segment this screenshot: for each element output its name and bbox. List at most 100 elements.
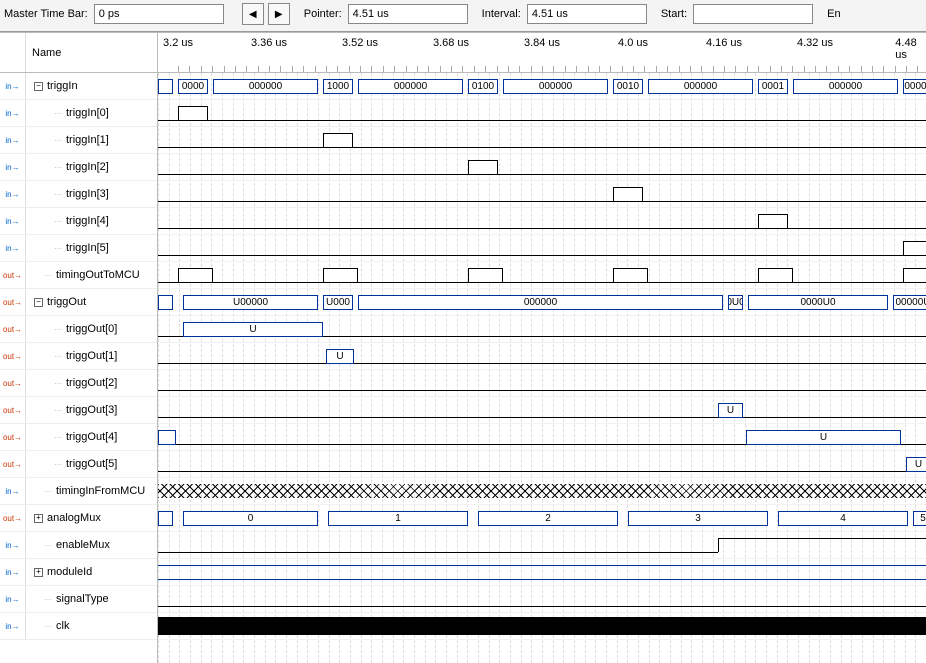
signal-row[interactable]: out→⋯triggOut[0] bbox=[0, 316, 157, 343]
pulse bbox=[323, 133, 353, 147]
bus-flat bbox=[158, 565, 926, 580]
waveform-row: U bbox=[158, 343, 926, 370]
step-back-button[interactable]: ◀ bbox=[242, 3, 264, 25]
interval-input[interactable] bbox=[527, 4, 647, 24]
ruler-tick-label: 4.48 us bbox=[895, 37, 916, 61]
collapse-icon[interactable]: − bbox=[34, 298, 43, 307]
pulse bbox=[613, 268, 648, 282]
start-label: Start: bbox=[661, 8, 687, 20]
pulse bbox=[758, 268, 793, 282]
pointer-input[interactable] bbox=[348, 4, 468, 24]
master-time-label: Master Time Bar: bbox=[4, 8, 88, 20]
signal-name-label: timingInFromMCU bbox=[56, 485, 145, 497]
bus-segment: U bbox=[183, 322, 323, 337]
signal-list-panel: Name in→−triggInin→⋯triggIn[0]in→⋯triggI… bbox=[0, 33, 158, 663]
master-time-input[interactable] bbox=[94, 4, 224, 24]
waveform-row bbox=[158, 586, 926, 613]
signal-name-cell: ⋯triggOut[4] bbox=[26, 431, 157, 443]
signal-name-cell: ⋯triggIn[2] bbox=[26, 161, 157, 173]
bus-segment: 0000 bbox=[903, 79, 926, 94]
signal-row[interactable]: out→⋯triggOut[3] bbox=[0, 397, 157, 424]
bus-segment: 000000 bbox=[793, 79, 898, 94]
signal-name-label: analogMux bbox=[47, 512, 101, 524]
pulse bbox=[178, 106, 208, 120]
signal-row[interactable]: in→⋯triggIn[0] bbox=[0, 100, 157, 127]
signal-row[interactable]: in→⋯timingInFromMCU bbox=[0, 478, 157, 505]
start-input[interactable] bbox=[693, 4, 813, 24]
signal-row[interactable]: in→⋯clk bbox=[0, 613, 157, 640]
ruler-tick-label: 3.52 us bbox=[342, 37, 378, 49]
waveform-row: 012345 bbox=[158, 505, 926, 532]
signal-name-cell: ⋯clk bbox=[26, 620, 157, 632]
signal-name-label: triggIn[3] bbox=[66, 188, 109, 200]
triangle-right-icon: ▶ bbox=[275, 9, 283, 20]
ruler-tick-label: 3.36 us bbox=[251, 37, 287, 49]
bus-segment: 0100 bbox=[468, 79, 498, 94]
waveform-row: U bbox=[158, 397, 926, 424]
signal-name-cell: + analogMux bbox=[26, 512, 157, 524]
signal-row[interactable]: out→⋯timingOutToMCU bbox=[0, 262, 157, 289]
ruler-tick-label: 3.84 us bbox=[524, 37, 560, 49]
signal-name-cell: +moduleId bbox=[26, 566, 157, 578]
ruler-tick-label: 3.68 us bbox=[433, 37, 469, 49]
bus-segment: 1 bbox=[328, 511, 468, 526]
step-forward-button[interactable]: ▶ bbox=[268, 3, 290, 25]
bus-segment bbox=[158, 79, 173, 94]
ruler-tick-label: 3.2 us bbox=[163, 37, 193, 49]
pulse bbox=[468, 268, 503, 282]
waveform-area[interactable]: 0000000000100000000001000000000010000000… bbox=[158, 73, 926, 663]
waveform-row bbox=[158, 370, 926, 397]
waveform-row bbox=[158, 127, 926, 154]
triangle-left-icon: ◀ bbox=[249, 9, 257, 20]
unknown-hatch bbox=[158, 484, 926, 498]
name-column-header: Name bbox=[26, 33, 157, 72]
expand-icon[interactable]: + bbox=[34, 568, 43, 577]
time-ruler[interactable]: 3.2 us 3.36 us 3.52 us 3.68 us 3.84 us 4.0 us… bbox=[158, 33, 926, 73]
interval-label: Interval: bbox=[482, 8, 521, 20]
signal-row[interactable]: in→+moduleId bbox=[0, 559, 157, 586]
signal-row[interactable]: out→⋯triggOut[4] bbox=[0, 424, 157, 451]
signal-name-cell: ⋯triggOut[1] bbox=[26, 350, 157, 362]
signal-row[interactable]: in→⋯triggIn[1] bbox=[0, 127, 157, 154]
input-pin-icon: in→ bbox=[0, 613, 26, 639]
end-label: En bbox=[827, 8, 840, 20]
bus-segment: 5 bbox=[913, 511, 926, 526]
signal-name-cell: ⋯triggOut[5] bbox=[26, 458, 157, 470]
signal-name-label: triggOut[1] bbox=[66, 350, 117, 362]
collapse-icon[interactable]: − bbox=[34, 82, 43, 91]
signal-name-cell: ⋯triggIn[0] bbox=[26, 107, 157, 119]
waveform-row bbox=[158, 559, 926, 586]
pulse bbox=[468, 160, 498, 174]
bus-segment: 0001 bbox=[758, 79, 788, 94]
signal-row[interactable]: in→−triggIn bbox=[0, 73, 157, 100]
waveform-row: U00000U0000000000U00000U000000U bbox=[158, 289, 926, 316]
signal-row[interactable]: in→⋯triggIn[2] bbox=[0, 154, 157, 181]
icon-column-header bbox=[0, 33, 26, 72]
expand-icon[interactable]: + bbox=[34, 514, 43, 523]
waveform-row bbox=[158, 262, 926, 289]
signal-row[interactable]: in→⋯enableMux bbox=[0, 532, 157, 559]
signal-name-cell: ⋯triggOut[3] bbox=[26, 404, 157, 416]
signal-name-cell: ⋯triggIn[5] bbox=[26, 242, 157, 254]
signal-row[interactable]: in→⋯triggIn[3] bbox=[0, 181, 157, 208]
input-pin-icon: in→ bbox=[0, 73, 26, 99]
signal-row[interactable]: out→⋯triggOut[1] bbox=[0, 343, 157, 370]
signal-row[interactable]: in→⋯triggIn[5] bbox=[0, 235, 157, 262]
signal-row[interactable]: in→⋯signalType bbox=[0, 586, 157, 613]
signal-name-label: triggOut bbox=[47, 296, 86, 308]
output-pin-icon: out→ bbox=[0, 343, 26, 369]
bus-segment: 000000 bbox=[648, 79, 753, 94]
signal-row[interactable]: out→−triggOut bbox=[0, 289, 157, 316]
input-pin-icon: in→ bbox=[0, 154, 26, 180]
signal-name-label: triggOut[5] bbox=[66, 458, 117, 470]
bus-segment: 2 bbox=[478, 511, 618, 526]
ruler-tick-label: 4.0 us bbox=[618, 37, 648, 49]
signal-row[interactable]: in→⋯triggIn[4] bbox=[0, 208, 157, 235]
signal-name-cell: ⋯signalType bbox=[26, 593, 157, 605]
signal-name-label: triggIn bbox=[47, 80, 78, 92]
bus-segment: 000000 bbox=[358, 295, 723, 310]
signal-name-label: triggOut[2] bbox=[66, 377, 117, 389]
signal-row[interactable]: out→⋯triggOut[2] bbox=[0, 370, 157, 397]
signal-row[interactable]: out→+analogMux bbox=[0, 505, 157, 532]
signal-row[interactable]: out→⋯triggOut[5] bbox=[0, 451, 157, 478]
